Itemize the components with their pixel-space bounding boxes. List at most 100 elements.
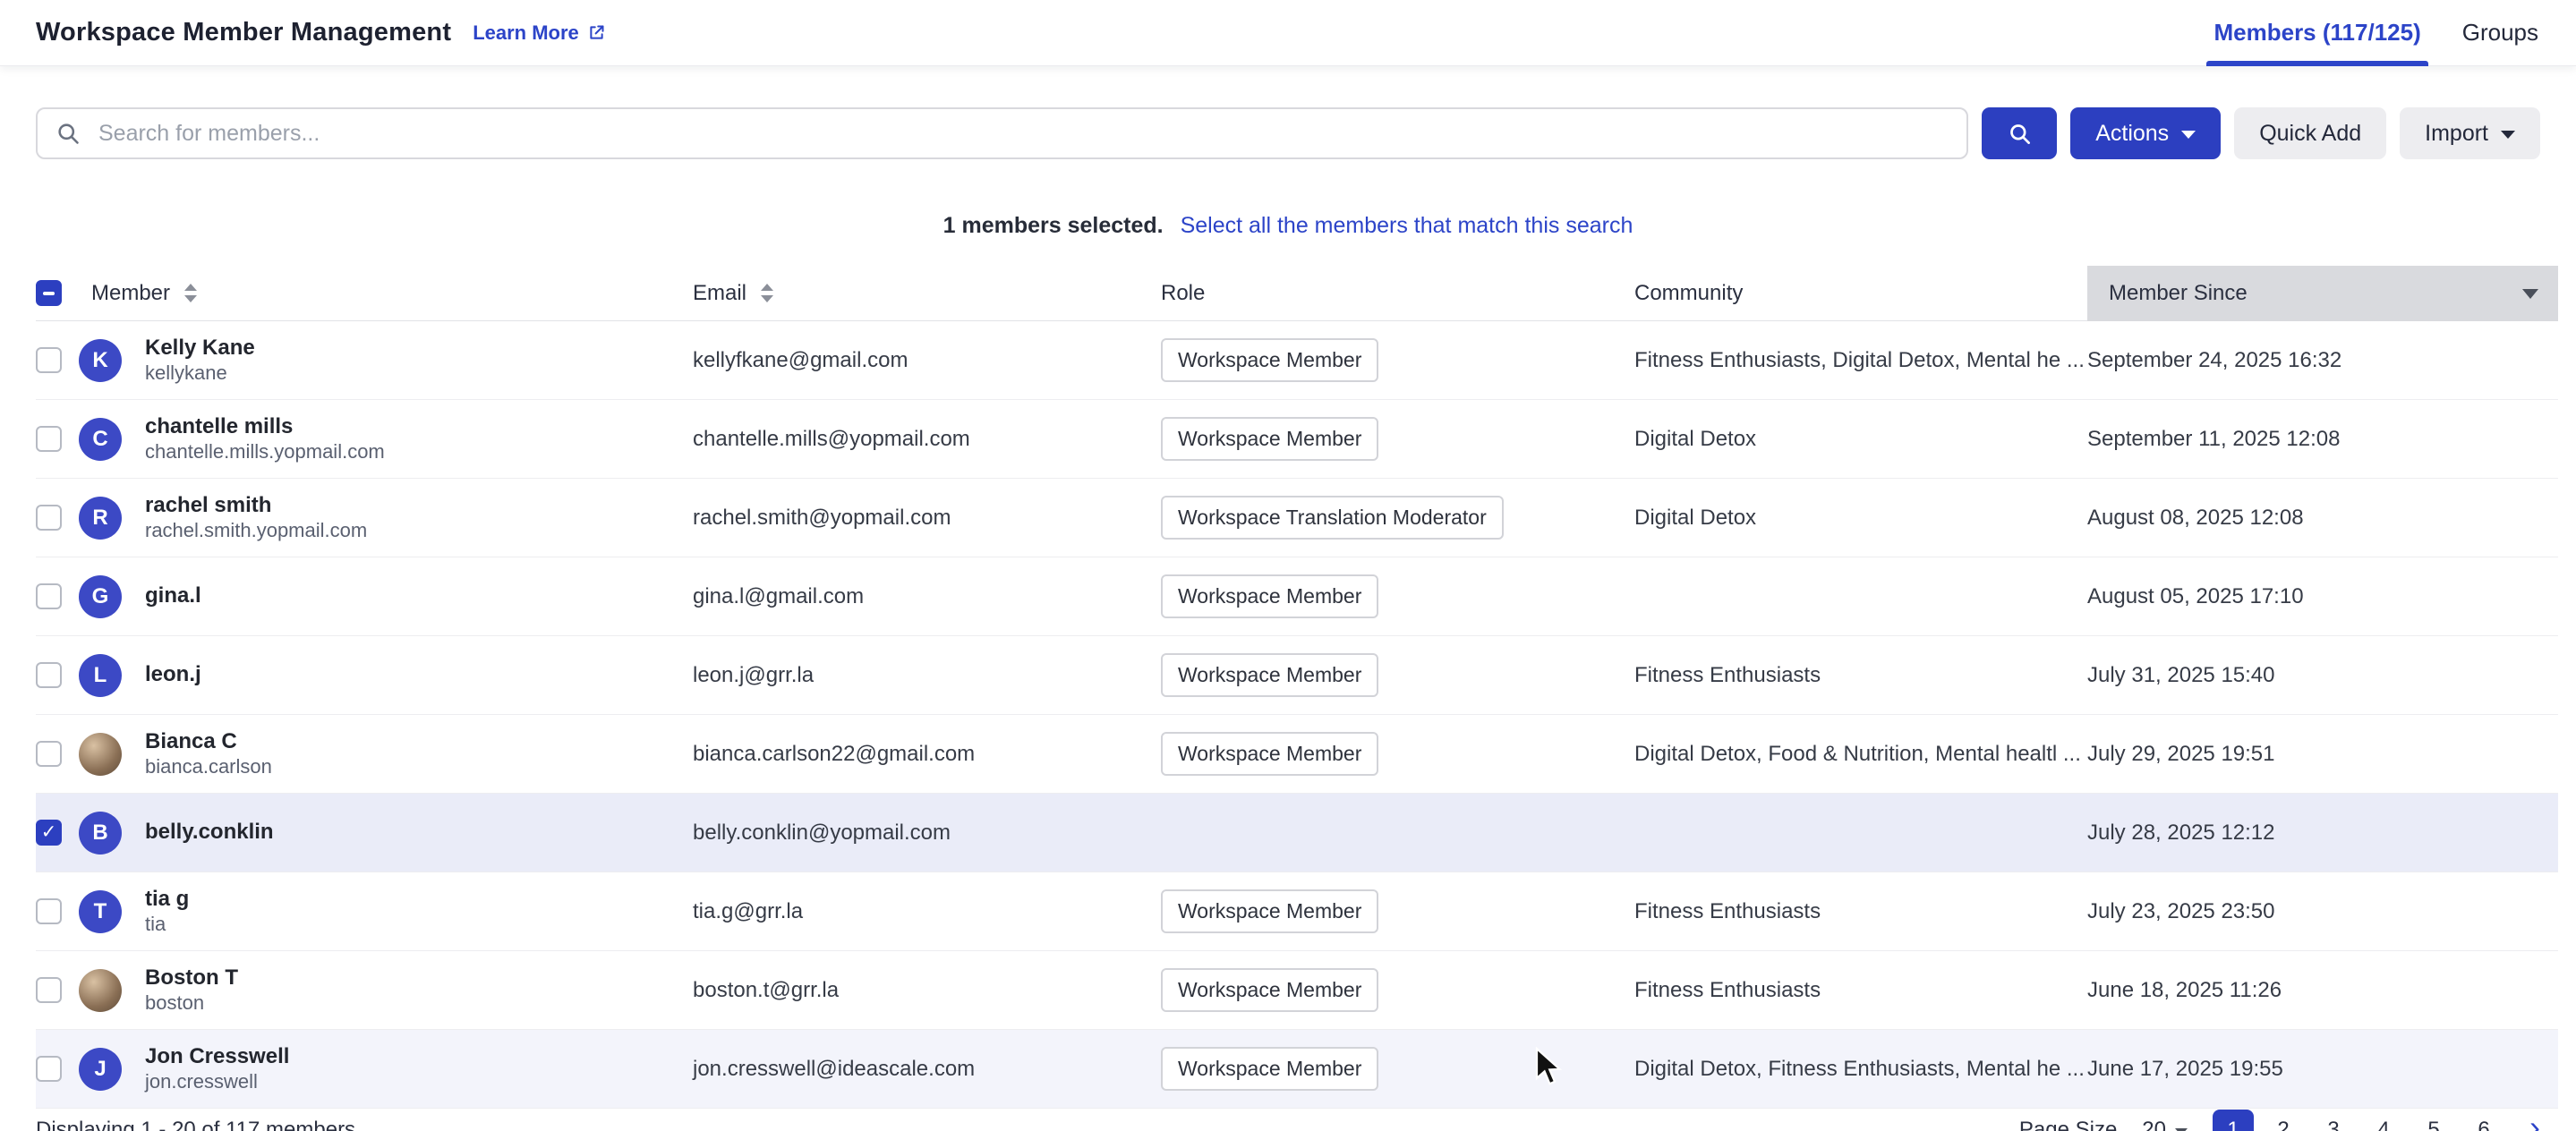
column-header-email[interactable]: Email — [693, 281, 1161, 306]
pagination: Page Size 20 123456 › — [2019, 1110, 2540, 1131]
member-email: chantelle.mills@yopmail.com — [693, 427, 1161, 452]
table-header-row: Member Email Role Community Member Since — [36, 266, 2558, 321]
tab-members[interactable]: Members (117/125) — [2213, 0, 2420, 66]
search-button-icon — [2008, 122, 2032, 146]
learn-more-link[interactable]: Learn More — [473, 21, 606, 45]
row-checkbox[interactable] — [36, 1056, 62, 1082]
role-chip: Workspace Member — [1161, 338, 1378, 382]
member-name: tia g — [145, 887, 189, 912]
member-since: July 28, 2025 12:12 — [2087, 821, 2558, 846]
page-button-2[interactable]: 2 — [2263, 1110, 2304, 1131]
page-size-label: Page Size — [2019, 1118, 2117, 1131]
page-button-1[interactable]: 1 — [2213, 1110, 2254, 1131]
column-header-member[interactable]: Member — [79, 281, 693, 306]
row-checkbox[interactable] — [36, 898, 62, 924]
avatar: L — [79, 654, 122, 697]
row-checkbox[interactable] — [36, 426, 62, 452]
member-username: rachel.smith.yopmail.com — [145, 518, 367, 543]
page-button-6[interactable]: 6 — [2463, 1110, 2504, 1131]
row-checkbox[interactable] — [36, 662, 62, 688]
member-community: Digital Detox, Food & Nutrition, Mental … — [1634, 742, 2087, 767]
member-community: Fitness Enthusiasts — [1634, 663, 2087, 688]
page-button-5[interactable]: 5 — [2413, 1110, 2454, 1131]
member-since: August 08, 2025 12:08 — [2087, 506, 2558, 531]
role-chip: Workspace Member — [1161, 732, 1378, 776]
top-header: Workspace Member Management Learn More M… — [0, 0, 2576, 66]
avatar: T — [79, 890, 122, 933]
member-username: chantelle.mills.yopmail.com — [145, 439, 385, 464]
row-checkbox[interactable] — [36, 583, 62, 609]
page-buttons: 123456 — [2213, 1110, 2504, 1131]
member-email: boston.t@grr.la — [693, 978, 1161, 1003]
avatar: R — [79, 497, 122, 540]
member-email: jon.cresswell@ideascale.com — [693, 1057, 1161, 1082]
quick-add-button[interactable]: Quick Add — [2234, 107, 2386, 159]
table-row[interactable]: R rachel smith rachel.smith.yopmail.com … — [36, 479, 2558, 557]
member-email: belly.conklin@yopmail.com — [693, 821, 1161, 846]
avatar: J — [79, 1048, 122, 1091]
member-since: July 29, 2025 19:51 — [2087, 742, 2558, 767]
row-checkbox[interactable] — [36, 820, 62, 846]
avatar: G — [79, 575, 122, 618]
avatar: B — [79, 812, 122, 855]
member-email: kellyfkane@gmail.com — [693, 348, 1161, 373]
import-label: Import — [2425, 121, 2488, 147]
member-since: August 05, 2025 17:10 — [2087, 584, 2558, 609]
member-since: September 11, 2025 12:08 — [2087, 427, 2558, 452]
search-icon — [55, 121, 81, 146]
quick-add-label: Quick Add — [2259, 121, 2361, 147]
member-name: Boston T — [145, 965, 238, 991]
role-chip: Workspace Member — [1161, 1047, 1378, 1091]
actions-button[interactable]: Actions — [2070, 107, 2221, 159]
member-name: Jon Cresswell — [145, 1044, 289, 1069]
row-checkbox[interactable] — [36, 977, 62, 1003]
caret-down-icon — [2501, 131, 2515, 139]
column-header-member-since[interactable]: Member Since — [2087, 266, 2558, 321]
role-chip: Workspace Member — [1161, 653, 1378, 697]
role-chip: Workspace Member — [1161, 417, 1378, 461]
search-button[interactable] — [1982, 107, 2057, 159]
table-row[interactable]: Boston T boston boston.t@grr.la Workspac… — [36, 951, 2558, 1030]
table-row[interactable]: G gina.l gina.l@gmail.com Workspace Memb… — [36, 557, 2558, 636]
row-checkbox[interactable] — [36, 741, 62, 767]
row-checkbox[interactable] — [36, 347, 62, 373]
member-username: tia — [145, 912, 189, 937]
members-table: Member Email Role Community Member Since — [36, 266, 2558, 1109]
table-row[interactable]: K Kelly Kane kellykane kellyfkane@gmail.… — [36, 321, 2558, 400]
toolbar: Actions Quick Add Import — [36, 107, 2540, 159]
member-username: kellykane — [145, 361, 255, 386]
member-username: jon.cresswell — [145, 1069, 289, 1094]
table-row[interactable]: L leon.j leon.j@grr.la Workspace Member … — [36, 636, 2558, 715]
avatar — [79, 969, 122, 1012]
role-chip: Workspace Translation Moderator — [1161, 496, 1504, 540]
avatar: C — [79, 418, 122, 461]
member-community: Fitness Enthusiasts, Digital Detox, Ment… — [1634, 348, 2087, 373]
table-row[interactable]: J Jon Cresswell jon.cresswell jon.cressw… — [36, 1030, 2558, 1109]
table-row[interactable]: C chantelle mills chantelle.mills.yopmai… — [36, 400, 2558, 479]
sort-desc-caret-icon — [2522, 289, 2538, 299]
member-since: June 18, 2025 11:26 — [2087, 978, 2558, 1003]
external-link-icon — [587, 23, 606, 42]
member-name: gina.l — [145, 583, 201, 608]
avatar — [79, 733, 122, 776]
caret-down-icon — [2181, 131, 2196, 139]
next-page-button[interactable]: › — [2529, 1111, 2540, 1131]
member-username: bianca.carlson — [145, 754, 272, 779]
page-size-select[interactable]: 20 — [2142, 1118, 2188, 1131]
select-all-checkbox[interactable] — [36, 280, 62, 306]
sort-icon — [761, 284, 773, 302]
member-since: July 31, 2025 15:40 — [2087, 663, 2558, 688]
page-button-3[interactable]: 3 — [2313, 1110, 2354, 1131]
role-chip: Workspace Member — [1161, 968, 1378, 1012]
tab-groups[interactable]: Groups — [2462, 0, 2538, 66]
table-row[interactable]: Bianca C bianca.carlson bianca.carlson22… — [36, 715, 2558, 794]
member-since: June 17, 2025 19:55 — [2087, 1057, 2558, 1082]
row-checkbox[interactable] — [36, 505, 62, 531]
import-button[interactable]: Import — [2400, 107, 2540, 159]
page-button-4[interactable]: 4 — [2363, 1110, 2404, 1131]
search-input[interactable] — [36, 107, 1968, 159]
learn-more-label: Learn More — [473, 21, 579, 45]
select-all-matching-link[interactable]: Select all the members that match this s… — [1181, 213, 1633, 238]
table-row[interactable]: T tia g tia tia.g@grr.la Workspace Membe… — [36, 872, 2558, 951]
table-row[interactable]: B belly.conklin belly.conklin@yopmail.co… — [36, 794, 2558, 872]
